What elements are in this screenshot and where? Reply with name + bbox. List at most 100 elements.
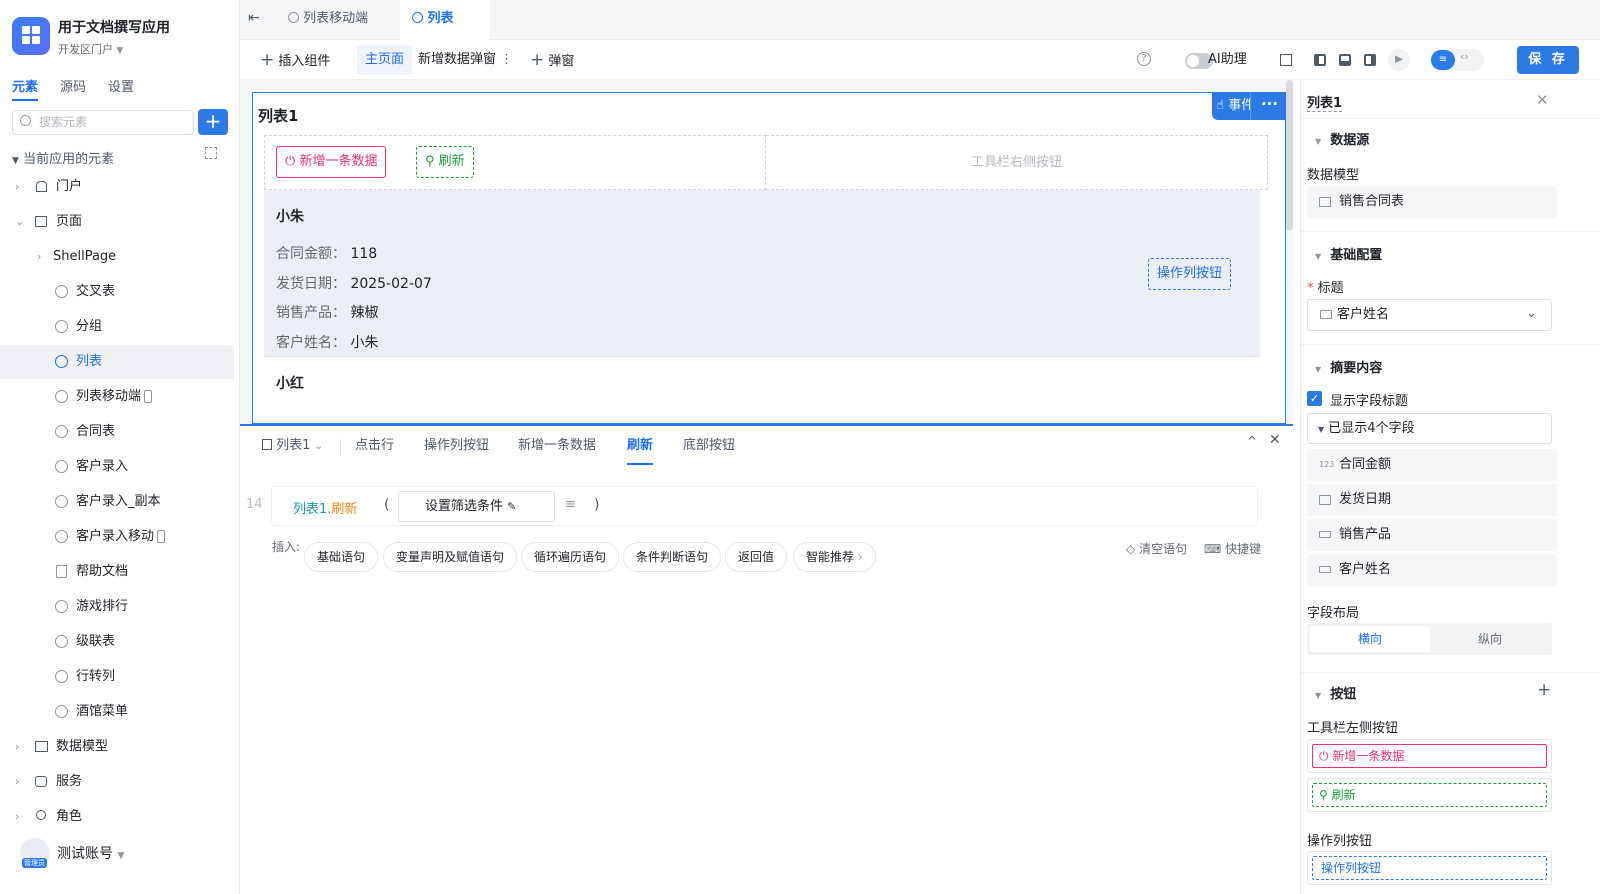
tab-footer-buttons[interactable]: 底部按钮 [683,435,735,475]
layout-icon[interactable] [1280,54,1292,66]
chip-variable[interactable]: 变量声明及赋值语句 [383,542,518,572]
tab-action-column[interactable]: 操作列按钮 [424,435,489,475]
code-icon[interactable]: ‹› [1460,50,1469,63]
add-element-button[interactable]: + [198,109,228,135]
layout-vertical[interactable]: 纵向 [1431,626,1549,652]
refresh-button[interactable]: ⚲ 刷新 [416,146,474,178]
toolbar-right-zone[interactable]: 工具栏右侧按钮 [766,135,1268,190]
tree-item-page[interactable]: 分组 [0,310,234,344]
account-name[interactable]: 测试账号 ▼ [57,843,124,863]
add-record-button-preview[interactable]: ⏻ 新增一条数据 [1312,744,1547,768]
section-summary[interactable]: ▼ 摘要内容 [1315,357,1382,376]
avatar[interactable]: 管理员 [20,838,50,868]
tab-settings[interactable]: 设置 [108,76,134,101]
refresh-button-preview[interactable]: ⚲ 刷新 [1312,783,1547,807]
field-item[interactable]: 客户姓名 [1307,554,1557,586]
tree-header[interactable]: ▼ 当前应用的元素 [12,148,114,167]
field-item[interactable]: 销售产品 [1307,519,1557,551]
collapse-all-icon[interactable] [205,147,217,159]
tree-item-page[interactable]: 客户录入_副本 [0,485,234,519]
popup-button[interactable]: + 弹窗 [530,40,574,80]
shortcut-button[interactable]: ⌨ 快捷键 [1204,540,1261,557]
layout-horizontal[interactable]: 横向 [1310,626,1430,652]
play-icon[interactable]: ▶ [1388,49,1410,71]
tab-refresh[interactable]: 刷新 [627,435,654,465]
tab-source[interactable]: 源码 [60,76,86,101]
chip-loop[interactable]: 循环遍历语句 [521,542,620,572]
tree-item-page[interactable]: 客户录入 [0,450,234,484]
file-tab-active[interactable]: 列表 [400,0,490,40]
tab-row-click[interactable]: 点击行 [355,435,394,475]
section-datasource[interactable]: ▼ 数据源 [1315,129,1369,148]
tree-item-pages[interactable]: ⌄ 页面 [0,205,234,239]
list-item[interactable]: 小红 [264,356,1260,425]
keyboard-icon: ⌨ [1204,542,1222,556]
collapse-sidebar-icon[interactable]: ⇤ [248,10,260,26]
button-config-item[interactable]: ⏻ 新增一条数据 [1307,739,1552,773]
insert-component-button[interactable]: + 插入组件 [260,40,330,80]
tree-item-page[interactable]: 客户录入移动 [0,520,234,554]
tree-item-page[interactable]: 合同表 [0,415,234,449]
tab-add-record[interactable]: 新增一条数据 [518,435,596,475]
tree-item-page[interactable]: 行转列 [0,660,234,694]
code-line[interactable]: 列表1.刷新 ( 设置筛选条件 ✎ ≡ ) [271,486,1258,526]
data-model-field[interactable]: 销售合同表 [1307,186,1557,218]
portal-selector[interactable]: 开发区门户 ▼ [58,41,123,57]
close-icon[interactable]: ✕ [1536,91,1549,109]
chevron-up-icon[interactable]: ^ [1247,434,1257,448]
chip-smart[interactable]: 智能推荐 › [793,542,876,572]
show-field-title-checkbox[interactable]: ✓ [1307,391,1322,406]
more-icon[interactable]: ··· [1250,92,1288,120]
button-config-item[interactable]: 操作列按钮 [1307,851,1552,885]
add-record-button[interactable]: ⏻ 新增一条数据 [276,146,387,178]
left-panel-icon[interactable] [1314,54,1326,66]
panel-title[interactable]: 列表1 [1307,92,1343,112]
tree-item-services[interactable]: › 服务 [0,765,234,799]
field-item[interactable]: 123 合同金额 [1307,449,1557,481]
tree-item-page[interactable]: 交叉表 [0,275,234,309]
tree-item-doc[interactable]: 帮助文档 [0,555,234,589]
section-basic[interactable]: ▼ 基础配置 [1315,244,1382,263]
file-tab[interactable]: 列表移动端 [276,0,380,40]
title-select[interactable]: 客户姓名 ⌄ [1307,299,1552,331]
tree-item-page[interactable]: 级联表 [0,625,234,659]
action-column-button-preview[interactable]: 操作列按钮 [1312,856,1547,880]
close-icon[interactable]: ✕ [1269,432,1281,448]
save-button[interactable]: 保 存 [1517,46,1579,74]
chip-condition[interactable]: 条件判断语句 [623,542,722,572]
more-vertical-icon[interactable]: ⋮ [500,52,513,67]
number-icon: 123 [1319,460,1335,469]
list-item[interactable]: 小朱 合同金额： 118 发货日期： 2025-02-07 销售产品： 辣椒 客… [264,190,1260,356]
section-buttons[interactable]: ▼ 按钮 [1315,683,1356,702]
tree-item-page[interactable]: 酒馆菜单 [0,695,234,729]
design-mode-icon[interactable]: ≡ [1431,50,1455,70]
help-icon[interactable]: ? [1137,52,1151,66]
add-button-icon[interactable]: + [1537,680,1551,700]
tree-item-portal[interactable]: › 门户 [0,170,234,204]
tab-elements[interactable]: 元素 [12,76,39,101]
new-dialog-tab[interactable]: 新增数据弹窗 ⋮ [418,40,513,80]
tree-item-page-selected[interactable]: 列表 [0,345,234,379]
bottom-panel-icon[interactable] [1339,54,1351,66]
tree-item-page[interactable]: 游戏排行 [0,590,234,624]
view-mode-toggle[interactable]: ≡ ‹› [1430,49,1484,71]
chip-return[interactable]: 返回值 [725,542,788,572]
shown-fields-toggle[interactable]: ▼ 已显示4个字段 [1307,413,1552,444]
filter-condition-button[interactable]: 设置筛选条件 ✎ [398,491,555,522]
main-page-tab[interactable]: 主页面 [357,45,413,75]
sort-icon[interactable]: ≡ [565,497,576,512]
search-input[interactable]: 搜索元素 [12,110,194,135]
button-config-item[interactable]: ⚲ 刷新 [1307,778,1552,812]
clear-statements-button[interactable]: ◇ 清空语句 [1126,540,1187,557]
scrollbar[interactable] [1286,80,1293,230]
tree-item-data-model[interactable]: › 数据模型 [0,730,234,764]
component-selector[interactable]: 列表1 ⌄ [262,435,323,475]
tree-item-page[interactable]: 列表移动端 [0,380,234,414]
action-column-button[interactable]: 操作列按钮 [1148,258,1232,290]
tree-item-roles[interactable]: › 角色 [0,800,234,834]
tree-item-shellpage[interactable]: › ShellPage [0,240,234,274]
right-panel-icon[interactable] [1364,54,1376,66]
list-component[interactable]: 列表1 工具栏右侧按钮 ⏻ 新增一条数据 ⚲ 刷新 小朱 合同金额： 118 发… [252,92,1286,424]
chip-basic[interactable]: 基础语句 [304,542,379,572]
field-item[interactable]: 发货日期 [1307,484,1557,516]
